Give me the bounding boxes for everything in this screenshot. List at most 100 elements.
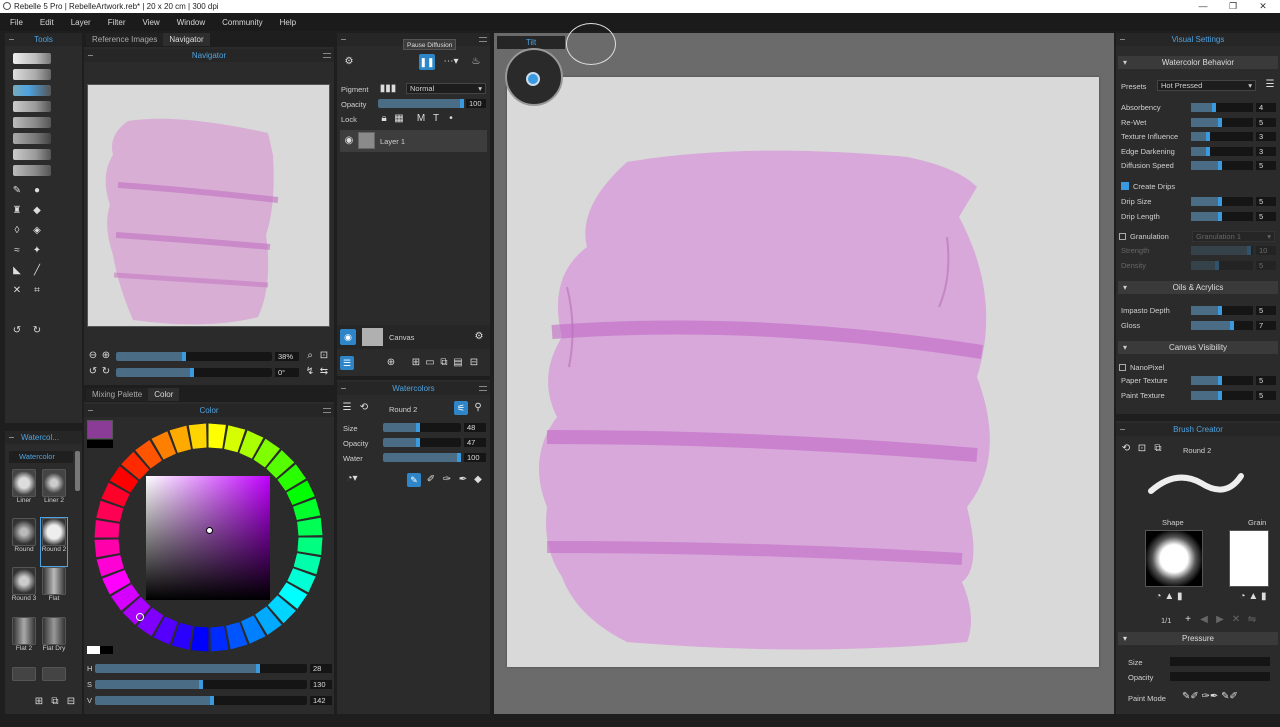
dry-icon[interactable]: ◈ xyxy=(31,225,43,237)
bc-add-icon[interactable]: + xyxy=(1182,614,1194,626)
wc-size-value[interactable]: 48 xyxy=(464,423,486,432)
granulation-slider[interactable] xyxy=(1191,260,1253,270)
drip-value[interactable]: 5 xyxy=(1256,211,1276,221)
merge-layer-icon[interactable]: ⊕ xyxy=(385,357,397,369)
presets-menu-icon[interactable]: ☰ xyxy=(1264,79,1276,91)
redo-icon[interactable]: ↻ xyxy=(31,325,43,337)
rotation-value[interactable]: 0° xyxy=(275,368,299,377)
zoom-value[interactable]: 38% xyxy=(275,352,299,361)
saturation-value-square[interactable] xyxy=(146,476,270,600)
watercolor-tool[interactable] xyxy=(13,85,51,96)
wc-opacity-value[interactable]: 47 xyxy=(464,438,486,447)
lock-dot-icon[interactable]: • xyxy=(445,113,457,125)
hue-segment[interactable] xyxy=(297,517,323,536)
pencil-tool[interactable] xyxy=(13,53,51,64)
hue-picker-handle[interactable] xyxy=(136,613,144,621)
bc-prev-icon[interactable]: ◀ xyxy=(1198,614,1210,626)
hue-segment[interactable] xyxy=(94,539,120,558)
brush-set-selector[interactable]: Watercolor xyxy=(9,451,73,463)
oils-slider[interactable] xyxy=(1191,306,1253,315)
layer-row[interactable]: ◉ Layer 1 xyxy=(340,130,487,152)
rotation-slider[interactable] xyxy=(116,368,272,377)
behavior-slider[interactable] xyxy=(1191,161,1253,171)
transform-icon[interactable]: ✕ xyxy=(11,285,23,297)
rotate-right-icon[interactable]: ↻ xyxy=(100,366,112,378)
white-swatch[interactable] xyxy=(87,646,100,654)
hue-segment[interactable] xyxy=(94,520,120,538)
water-drop-icon[interactable]: ◊ xyxy=(11,225,23,237)
pressure-header[interactable]: ▾ Pressure xyxy=(1118,632,1278,645)
pigment-icon[interactable]: ▮▮▮ xyxy=(379,83,397,95)
granulation-checkbox[interactable] xyxy=(1119,233,1126,240)
zoom-100-icon[interactable]: ⊡ xyxy=(318,350,330,362)
brush-round[interactable]: Round xyxy=(11,518,37,566)
bc-remove-icon[interactable]: ✕ xyxy=(1230,614,1242,626)
crop-icon[interactable]: ⌗ xyxy=(31,285,43,297)
granulation-slider[interactable] xyxy=(1191,246,1253,255)
hue-value[interactable]: 28 xyxy=(310,664,332,673)
layer-name[interactable]: Layer 1 xyxy=(380,137,405,146)
behavior-slider[interactable] xyxy=(1191,103,1253,112)
canvas-visibility-header[interactable]: Canvas Visibility xyxy=(1118,341,1278,354)
menu-window[interactable]: Window xyxy=(177,18,205,27)
menu-view[interactable]: View xyxy=(142,18,159,27)
canvas-visibility-slider[interactable] xyxy=(1191,390,1253,400)
magic-wand-icon[interactable]: ✦ xyxy=(31,245,43,257)
zoom-in-icon[interactable]: ⊕ xyxy=(100,350,112,362)
zoom-out-icon[interactable]: ⊖ xyxy=(87,350,99,362)
delete-brush-icon[interactable]: ⊟ xyxy=(65,696,77,708)
paint-mode-button[interactable]: ✎ xyxy=(407,473,421,487)
wc-water-slider[interactable] xyxy=(383,453,461,462)
drip-value[interactable]: 5 xyxy=(1256,197,1276,206)
hue-slider[interactable] xyxy=(95,664,307,673)
saturation-value[interactable]: 130 xyxy=(310,680,332,689)
blend-mode-icon[interactable]: ✐ xyxy=(425,474,437,486)
canvas-visibility-value[interactable]: 5 xyxy=(1256,376,1276,385)
hue-segment[interactable] xyxy=(208,423,226,449)
grain-options-icons[interactable]: ◔ ▲ ▮ xyxy=(1238,591,1268,603)
brush-liner-2[interactable]: Liner 2 xyxy=(41,469,67,517)
oil-tool[interactable] xyxy=(13,133,51,144)
diffusion-icon[interactable]: ⚙ xyxy=(343,56,355,68)
lock-t-button[interactable]: T xyxy=(430,113,442,125)
zoom-slider[interactable] xyxy=(116,352,272,361)
hue-segment[interactable] xyxy=(191,626,209,652)
canvas-visibility-button[interactable]: ◉ xyxy=(340,329,356,345)
brush-flat[interactable]: Flat xyxy=(41,567,67,615)
brush-grain-thumb[interactable] xyxy=(1229,530,1269,587)
picker-icon[interactable]: ╱ xyxy=(31,265,43,277)
menu-community[interactable]: Community xyxy=(222,18,262,27)
watercolor-behavior-header[interactable]: Watercolor Behavior xyxy=(1118,56,1278,69)
nanopixel-checkbox[interactable] xyxy=(1119,364,1126,371)
lock-m-button[interactable]: M xyxy=(415,113,427,125)
sv-picker-handle[interactable] xyxy=(206,527,213,534)
blend-mode-select[interactable]: Normal ▾ xyxy=(406,83,486,94)
hue-segment[interactable] xyxy=(210,626,229,652)
minimize-button[interactable]: — xyxy=(1188,0,1218,13)
eyedropper-icon[interactable]: ✎ xyxy=(11,185,23,197)
layer-opacity-slider[interactable] xyxy=(378,99,464,108)
brush-flat-dry[interactable]: Flat Dry xyxy=(41,617,67,665)
create-drips-checkbox[interactable] xyxy=(1121,182,1129,190)
undo-icon[interactable]: ↺ xyxy=(11,325,23,337)
maximize-button[interactable]: ❐ xyxy=(1218,0,1248,13)
value-value[interactable]: 142 xyxy=(310,696,332,705)
canvas-area[interactable]: Tilt xyxy=(494,23,1114,714)
bc-duplicate-icon[interactable]: ⧉ xyxy=(1152,443,1164,455)
brush-reset-icon[interactable]: ⟲ xyxy=(358,402,370,414)
tilt-handle[interactable] xyxy=(526,72,540,86)
menu-help[interactable]: Help xyxy=(280,18,296,27)
acrylic-tool[interactable] xyxy=(13,101,51,112)
presets-select[interactable]: Hot Pressed ▾ xyxy=(1157,80,1256,91)
wet-mode-icon[interactable]: ✑ xyxy=(441,474,453,486)
menu-edit[interactable]: Edit xyxy=(40,18,54,27)
tab-navigator[interactable]: Navigator xyxy=(163,33,210,46)
behavior-slider[interactable] xyxy=(1191,117,1253,127)
airbrush-tool[interactable] xyxy=(13,165,51,176)
layer-opacity-value[interactable]: 100 xyxy=(466,99,486,108)
layer-properties-button[interactable]: ☰ xyxy=(340,356,354,370)
canvas-visibility-slider[interactable] xyxy=(1191,376,1253,385)
behavior-value[interactable]: 5 xyxy=(1256,161,1276,171)
brush-flat-2[interactable]: Flat 2 xyxy=(11,617,37,665)
value-slider[interactable] xyxy=(95,696,307,705)
